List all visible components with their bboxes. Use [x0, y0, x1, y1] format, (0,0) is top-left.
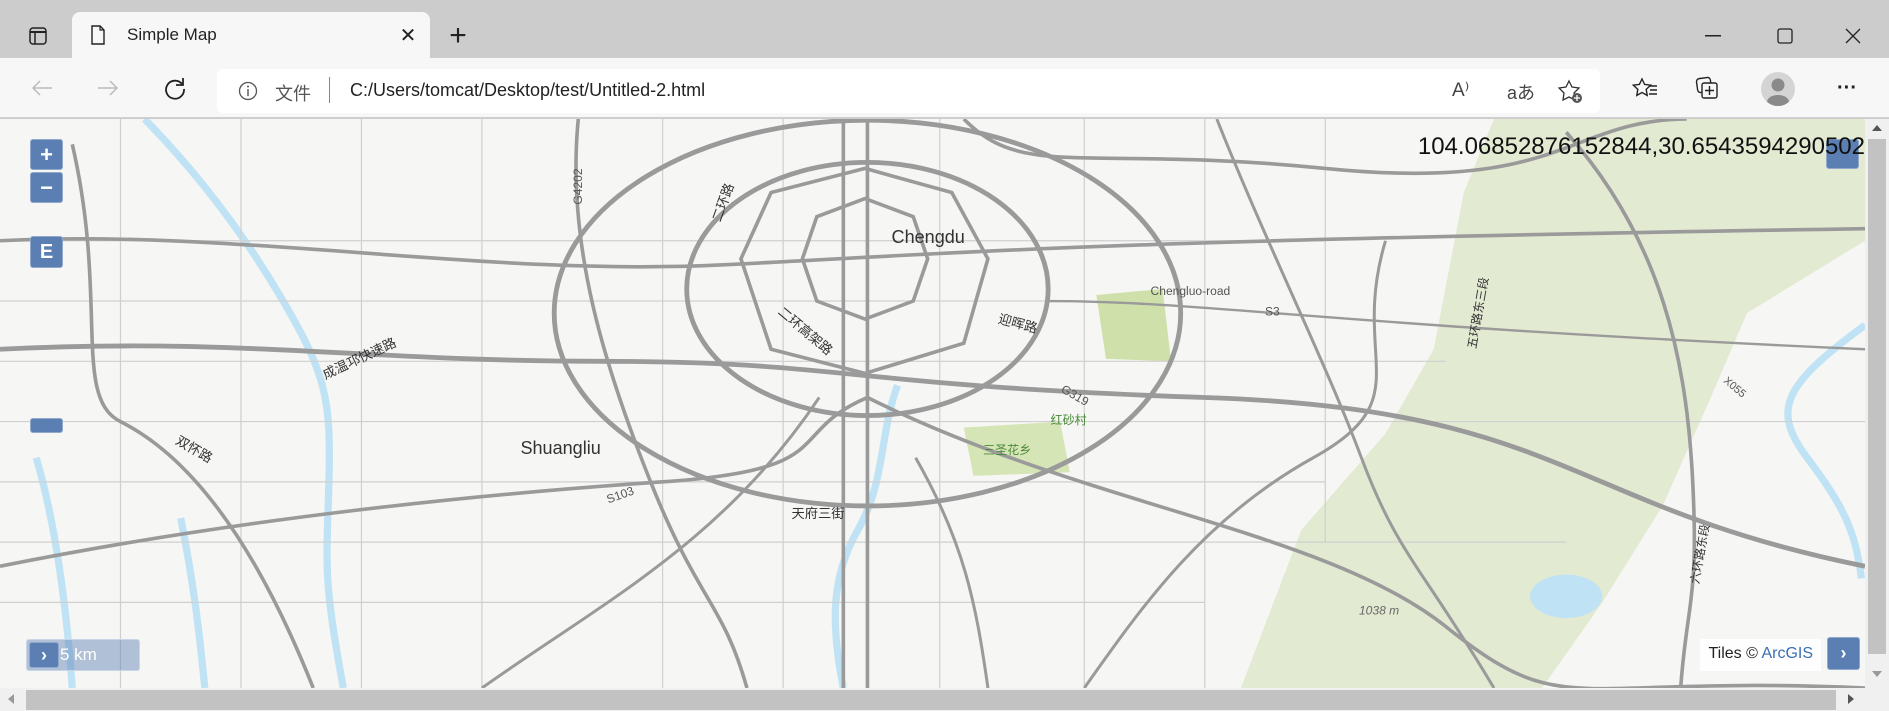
- collapsed-panel-button[interactable]: [30, 418, 63, 433]
- scroll-up-arrow[interactable]: [1872, 125, 1882, 131]
- tab-simple-map[interactable]: Simple Map ✕: [72, 12, 430, 58]
- zoom-in-button[interactable]: +: [30, 139, 63, 170]
- translate-icon[interactable]: aあ: [1507, 79, 1535, 105]
- park-area: [1096, 288, 1172, 362]
- info-icon[interactable]: [237, 80, 259, 102]
- label-x055: X055: [1721, 375, 1748, 400]
- label-liuhuan: 六环路东段: [1687, 523, 1712, 585]
- map-view[interactable]: Chengdu Shuangliu Chengluo-road S3 G319 …: [0, 119, 1865, 688]
- label-g319: G319: [1059, 382, 1092, 409]
- attribution: Tiles © ArcGIS: [1700, 639, 1821, 671]
- label-elevation: 1038 m: [1359, 603, 1399, 617]
- forward-icon[interactable]: [94, 74, 122, 102]
- close-window-icon[interactable]: [1840, 24, 1866, 48]
- attribution-text: Tiles ©: [1708, 645, 1762, 662]
- close-tab-icon[interactable]: ✕: [397, 24, 419, 47]
- vertical-scroll-thumb[interactable]: [1868, 139, 1886, 654]
- label-sansheng: 三圣花乡: [983, 442, 1031, 457]
- add-favorite-icon[interactable]: [1557, 78, 1585, 106]
- zoom-out-button[interactable]: −: [30, 172, 63, 203]
- scale-label: 5 km: [60, 645, 97, 664]
- minimize-icon[interactable]: [1700, 24, 1726, 48]
- profile-avatar[interactable]: [1761, 72, 1795, 106]
- tab-title: Simple Map: [127, 25, 217, 44]
- more-options-icon[interactable]: ···: [1832, 74, 1862, 102]
- label-g4202: G4202: [571, 168, 585, 204]
- scale-toggle-button[interactable]: ›: [29, 642, 59, 668]
- label-chengdu: Chengdu: [892, 227, 965, 247]
- river: [1784, 322, 1865, 579]
- maximize-icon[interactable]: [1772, 24, 1798, 48]
- collections-icon[interactable]: [1692, 74, 1722, 102]
- extent-button[interactable]: E: [30, 236, 63, 268]
- arcgis-link[interactable]: ArcGIS: [1761, 645, 1813, 662]
- toolbar: 文件 C:/Users/tomcat/Desktop/test/Untitled…: [0, 58, 1889, 118]
- favorites-icon[interactable]: [1630, 74, 1660, 102]
- tab-strip: Simple Map ✕ +: [0, 0, 1889, 58]
- address-bar[interactable]: 文件 C:/Users/tomcat/Desktop/test/Untitled…: [217, 69, 1600, 113]
- label-shuangliu: Shuangliu: [520, 438, 600, 458]
- attribution-toggle-button[interactable]: ›: [1827, 637, 1860, 670]
- label-chengluo: Chengluo-road: [1151, 284, 1231, 298]
- label-erhuan-gaojia: 二环高架路: [775, 303, 836, 358]
- label-yinghui: 迎晖路: [997, 311, 1039, 336]
- vertical-scrollbar[interactable]: [1865, 119, 1889, 688]
- new-tab-icon[interactable]: +: [444, 19, 472, 52]
- scroll-down-arrow[interactable]: [1872, 671, 1882, 677]
- scale-bar: › 5 km: [26, 639, 140, 671]
- horizontal-scroll-thumb[interactable]: [26, 690, 1836, 710]
- document-icon: [90, 24, 106, 46]
- label-tianfu: 天府三街: [792, 506, 845, 521]
- lake: [1530, 574, 1603, 619]
- url-text[interactable]: C:/Users/tomcat/Desktop/test/Untitled-2.…: [350, 80, 705, 101]
- horizontal-scrollbar[interactable]: [0, 688, 1889, 711]
- scroll-right-arrow[interactable]: [1848, 694, 1854, 704]
- label-chengwen: 成温邛快速路: [320, 335, 398, 382]
- map-tiles: Chengdu Shuangliu Chengluo-road S3 G319 …: [0, 119, 1865, 688]
- sidebar-toggle-icon[interactable]: [24, 22, 52, 50]
- address-divider: [329, 77, 330, 103]
- label-s3: S3: [1265, 304, 1280, 318]
- coordinate-readout: 104.06852876152844,30.6543594290502: [1417, 133, 1865, 160]
- read-aloud-icon[interactable]: A⁾: [1452, 79, 1469, 102]
- scroll-left-arrow[interactable]: [8, 694, 14, 704]
- refresh-icon[interactable]: [161, 74, 189, 102]
- back-icon[interactable]: [28, 74, 56, 102]
- address-prefix: 文件: [275, 84, 311, 104]
- label-hongsha: 红砂村: [1051, 412, 1087, 427]
- label-shuanghuai: 双怀路: [173, 433, 215, 466]
